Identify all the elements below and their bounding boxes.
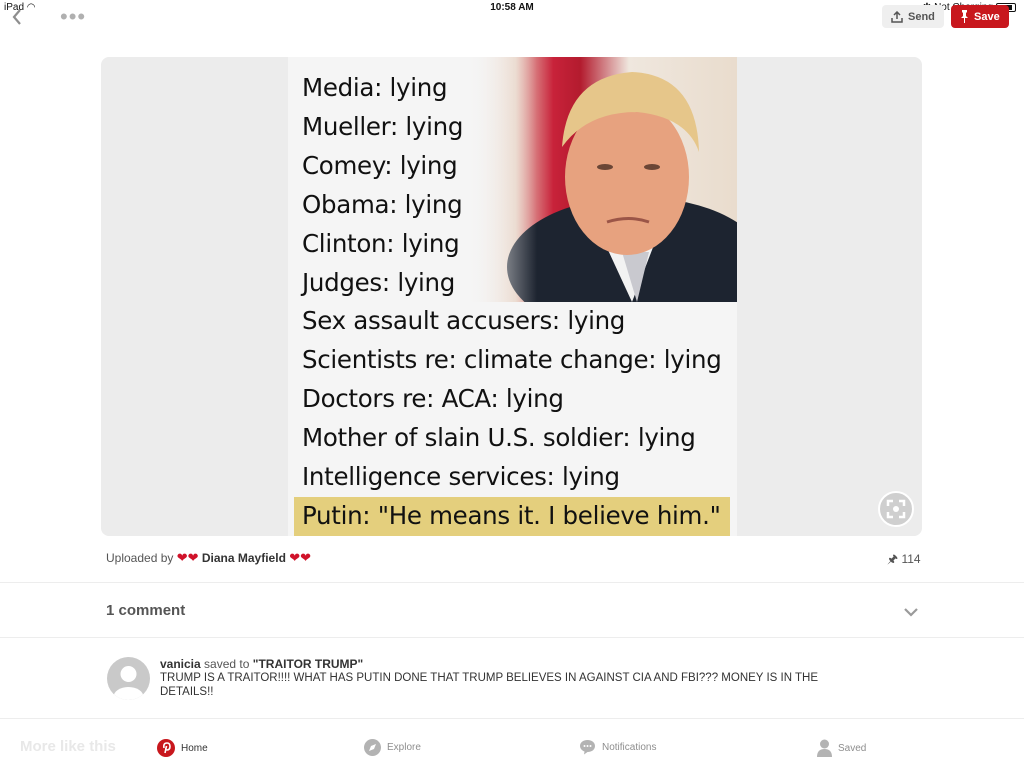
tab-saved-label: Saved bbox=[838, 742, 867, 754]
status-bar: iPad ◠ 10:58 AM ✱ Not Charging bbox=[0, 0, 1024, 16]
pushpin-icon bbox=[961, 10, 968, 23]
heart-icon: ❤❤ bbox=[176, 550, 199, 565]
divider bbox=[0, 582, 1024, 583]
save-count: 🖈︎ 114 bbox=[887, 550, 921, 571]
heart-icon: ❤❤ bbox=[289, 550, 312, 565]
meme-line: Clinton: lying bbox=[302, 228, 460, 258]
meme-highlight-line: Putin: "He means it. I believe him." bbox=[294, 496, 730, 536]
pinterest-icon bbox=[157, 739, 175, 757]
uploader-info: Uploaded by ❤❤ Diana Mayfield ❤❤ bbox=[106, 550, 311, 566]
compass-icon bbox=[364, 739, 381, 756]
chevron-down-icon bbox=[904, 608, 918, 617]
meme-text: Media: lying Mueller: lying Comey: lying Ob… bbox=[294, 69, 730, 536]
chevron-left-icon bbox=[12, 9, 21, 25]
comment-text: TRUMP IS A TRAITOR!!!! WHAT HAS PUTIN DO… bbox=[160, 672, 819, 698]
tab-explore-label: Explore bbox=[387, 742, 421, 753]
meme-line: Obama: lying bbox=[302, 189, 463, 219]
pushpin-icon: 🖈︎ bbox=[887, 552, 899, 566]
back-button[interactable] bbox=[12, 8, 22, 31]
uploader-name[interactable]: Diana Mayfield bbox=[202, 551, 286, 565]
comment-header: vanicia saved to "TRAITOR TRUMP" bbox=[160, 657, 363, 671]
clock: 10:58 AM bbox=[490, 2, 534, 13]
send-label: Send bbox=[908, 10, 935, 23]
default-avatar-icon bbox=[113, 666, 144, 700]
meme-line: Judges: lying bbox=[302, 267, 456, 297]
meme-line: Sex assault accusers: lying bbox=[302, 306, 626, 336]
ellipsis-icon: ••• bbox=[60, 4, 87, 29]
uploaded-by-prefix: Uploaded by bbox=[106, 551, 174, 565]
comment-action: saved to bbox=[204, 657, 250, 671]
share-icon bbox=[891, 10, 903, 23]
meme-line: Media: lying bbox=[302, 73, 448, 102]
save-count-value: 114 bbox=[901, 552, 921, 566]
comment-board[interactable]: "TRAITOR TRUMP" bbox=[253, 657, 363, 671]
tab-notifications-label: Notifications bbox=[602, 741, 657, 753]
expand-comments-button[interactable] bbox=[903, 604, 919, 622]
pin-image-frame[interactable]: Media: lying Mueller: lying Comey: lying Ob… bbox=[101, 57, 922, 536]
comments-header[interactable]: 1 comment bbox=[106, 602, 185, 619]
tab-home-label: Home bbox=[181, 742, 208, 754]
save-button[interactable]: Save bbox=[951, 5, 1009, 28]
meme-line: Mother of slain U.S. soldier: lying bbox=[302, 423, 696, 453]
meme-line: Scientists re: climate change: lying bbox=[302, 345, 722, 375]
tab-saved[interactable]: Saved bbox=[817, 739, 866, 757]
send-button[interactable]: Send bbox=[882, 5, 944, 28]
tab-notifications[interactable]: Notifications bbox=[579, 739, 656, 755]
avatar[interactable] bbox=[107, 657, 150, 700]
more-like-this-heading: More like this bbox=[20, 738, 116, 755]
tab-explore[interactable]: Explore bbox=[364, 739, 421, 756]
tab-home[interactable]: Home bbox=[157, 739, 208, 757]
comment-user[interactable]: vanicia bbox=[160, 657, 201, 671]
person-icon bbox=[817, 739, 832, 757]
divider bbox=[0, 637, 1024, 638]
divider bbox=[0, 718, 1024, 719]
pin-image: Media: lying Mueller: lying Comey: lying Ob… bbox=[288, 57, 737, 536]
meme-line: Intelligence services: lying bbox=[302, 462, 620, 492]
meme-line: Doctors re: ACA: lying bbox=[302, 384, 564, 414]
meme-line: Comey: lying bbox=[302, 150, 458, 180]
meme-line: Mueller: lying bbox=[302, 111, 464, 141]
visual-search-button[interactable] bbox=[878, 491, 914, 527]
save-label: Save bbox=[974, 10, 1000, 23]
scan-icon bbox=[886, 499, 906, 519]
more-options-button[interactable]: ••• bbox=[60, 4, 86, 30]
speech-bubble-icon bbox=[580, 740, 595, 755]
